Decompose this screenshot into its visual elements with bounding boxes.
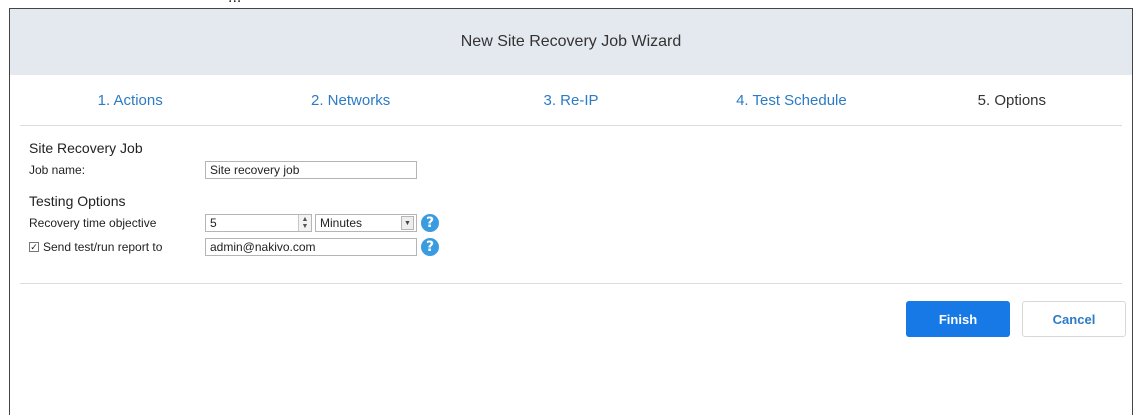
step-options: 5. Options (977, 91, 1047, 109)
send-report-checkbox[interactable]: ✓ (29, 242, 39, 252)
rto-value: 5 (210, 216, 217, 230)
finish-button[interactable]: Finish (906, 301, 1010, 337)
wizard-title: New Site Recovery Job Wizard (460, 33, 682, 50)
testing-options-section-title: Testing Options (29, 193, 126, 209)
chevron-down-icon[interactable]: ▼ (401, 216, 414, 230)
cancel-button[interactable]: Cancel (1022, 301, 1126, 337)
rto-value-stepper[interactable]: 5 ▲ ▼ (205, 214, 312, 232)
question-circle-icon[interactable]: ? (421, 238, 439, 256)
report-checkbox-wrap: ✓ Send test/run report to (29, 240, 205, 254)
options-content: Site Recovery Job Job name: Site recover… (10, 126, 1132, 258)
report-row: ✓ Send test/run report to admin@nakivo.c… (29, 236, 1132, 258)
wizard-dialog: New Site Recovery Job Wizard 1. Actions … (9, 8, 1133, 415)
clipped-document-text: ... (0, 0, 1135, 7)
rto-unit-value: Minutes (320, 216, 363, 230)
rto-label: Recovery time objective (29, 216, 157, 230)
spinner-arrows-icon[interactable]: ▲ ▼ (298, 215, 311, 231)
site-recovery-job-section-title: Site Recovery Job (29, 140, 143, 156)
step-re-ip[interactable]: 3. Re-IP (461, 92, 681, 109)
job-name-input[interactable]: Site recovery job (205, 161, 417, 179)
report-email-input[interactable]: admin@nakivo.com (205, 238, 417, 256)
rto-unit-select[interactable]: Minutes ▼ (315, 214, 417, 232)
checkmark-icon: ✓ (30, 241, 38, 252)
wizard-header: New Site Recovery Job Wizard (10, 9, 1132, 75)
job-name-label: Job name: (29, 163, 86, 177)
clipped-text: ... (228, 0, 241, 7)
send-report-label: Send test/run report to (43, 240, 163, 254)
step-actions[interactable]: 1. Actions (20, 92, 240, 109)
step-networks[interactable]: 2. Networks (240, 92, 460, 109)
footer-divider (20, 283, 1122, 284)
step-test-schedule[interactable]: 4. Test Schedule (681, 92, 901, 109)
rto-row: Recovery time objective 5 ▲ ▼ Minutes ▼ ? (29, 212, 1132, 234)
wizard-steps: 1. Actions 2. Networks 3. Re-IP 4. Test … (20, 75, 1122, 126)
question-circle-icon[interactable]: ? (421, 214, 439, 232)
job-name-row: Job name: Site recovery job (29, 159, 1132, 181)
